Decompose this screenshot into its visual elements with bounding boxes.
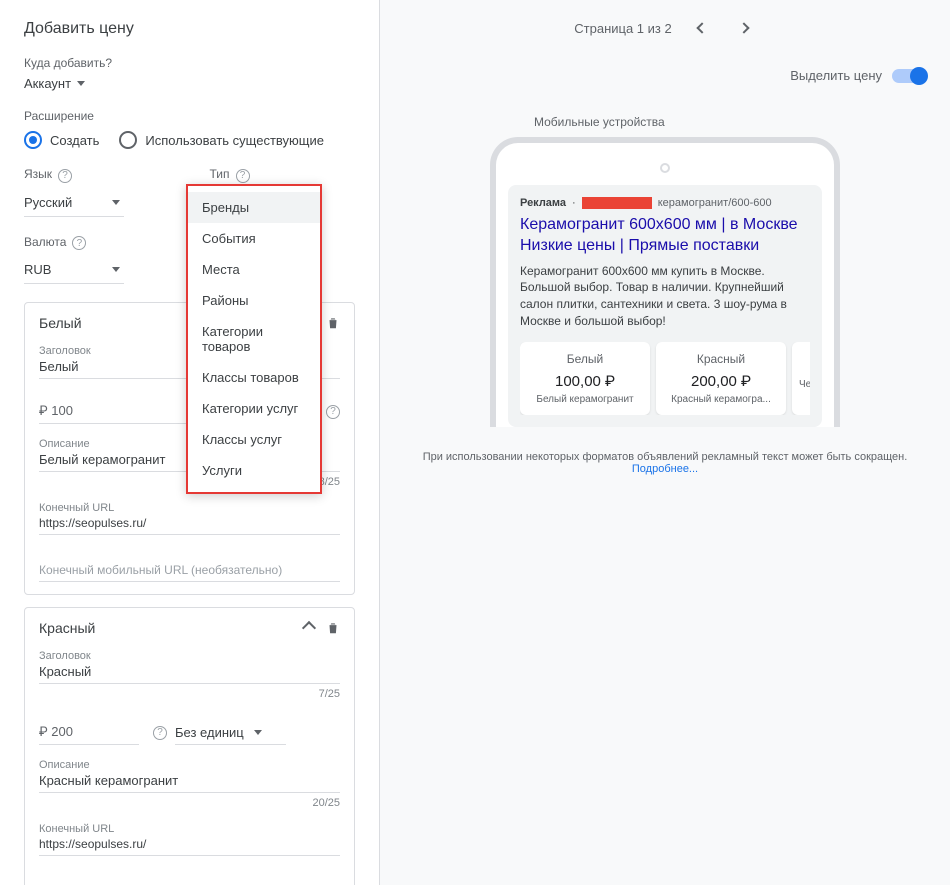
next-page-button[interactable] [732, 16, 756, 40]
panel-title: Добавить цену [24, 20, 355, 38]
description-label: Описание [39, 759, 340, 771]
type-option[interactable]: Места [188, 254, 320, 285]
lang-select[interactable]: Русский [24, 189, 124, 217]
price-preview-card: Белый 100,00 ₽ Белый керамогранит [520, 342, 650, 415]
type-option[interactable]: Бренды [188, 192, 320, 223]
chevron-right-icon [738, 22, 749, 33]
chevron-down-icon [112, 267, 120, 272]
trash-icon[interactable] [326, 315, 340, 331]
chevron-down-icon [112, 200, 120, 205]
char-counter: 7/25 [39, 688, 340, 700]
help-icon[interactable]: ? [236, 169, 250, 183]
radio-existing[interactable]: Использовать существующие [119, 131, 324, 149]
price-item-card: Красный Заголовок Красный 7/25 ₽ 200 ? Б… [24, 607, 355, 885]
pagination-bar: Страница 1 из 2 [380, 0, 950, 56]
collapse-icon[interactable] [302, 621, 316, 635]
headline-input[interactable]: Красный [39, 664, 340, 684]
radio-icon [119, 131, 137, 149]
add-to-group: Куда добавить? Аккаунт [24, 56, 355, 91]
lang-label: Язык? [24, 167, 170, 183]
type-option[interactable]: Классы товаров [188, 362, 320, 393]
redacted-block [582, 197, 652, 209]
radio-icon [24, 131, 42, 149]
help-icon[interactable]: ? [153, 726, 167, 740]
chevron-down-icon [254, 730, 262, 735]
url-label: Конечный URL [39, 823, 340, 835]
type-option[interactable]: Категории товаров [188, 316, 320, 362]
extension-label: Расширение [24, 109, 355, 123]
help-icon[interactable]: ? [58, 169, 72, 183]
ad-description: Керамогранит 600х600 мм купить в Москве.… [520, 263, 810, 330]
url-input[interactable]: https://seopulses.ru/ [39, 516, 340, 535]
type-label: Тип? [210, 167, 356, 183]
char-counter: 20/25 [39, 797, 340, 809]
type-option[interactable]: Классы услуг [188, 424, 320, 455]
prev-page-button[interactable] [690, 16, 714, 40]
card-title: Белый [39, 315, 82, 331]
help-icon[interactable]: ? [326, 405, 340, 419]
price-preview-card: Красный 200,00 ₽ Красный керамогра... [656, 342, 786, 415]
currency-select[interactable]: RUB [24, 256, 124, 284]
ad-url-suffix: керамогранит/600-600 [658, 197, 772, 209]
extension-group: Расширение Создать Использовать существу… [24, 109, 355, 149]
price-preview-card: 3 Черный [792, 342, 810, 415]
page-indicator: Страница 1 из 2 [574, 21, 671, 36]
right-panel: Страница 1 из 2 Выделить цену Мобильные … [380, 0, 950, 885]
url-input[interactable]: https://seopulses.ru/ [39, 837, 340, 856]
add-to-label: Куда добавить? [24, 56, 355, 70]
footer-note: При использовании некоторых форматов объ… [404, 451, 926, 475]
type-option[interactable]: Категории услуг [188, 393, 320, 424]
add-to-dropdown[interactable]: Аккаунт [24, 76, 85, 91]
radio-create[interactable]: Создать [24, 131, 99, 149]
ad-title: Керамогранит 600х600 мм | в Москве Низки… [520, 215, 810, 257]
ad-preview: Реклама · керамогранит/600-600 Керамогра… [508, 185, 822, 427]
phone-notch-icon [660, 163, 670, 173]
help-icon[interactable]: ? [72, 236, 86, 250]
headline-label: Заголовок [39, 650, 340, 662]
type-option[interactable]: Районы [188, 285, 320, 316]
chevron-left-icon [696, 22, 707, 33]
trash-icon[interactable] [326, 620, 340, 636]
add-to-value: Аккаунт [24, 76, 71, 91]
learn-more-link[interactable]: Подробнее... [632, 463, 698, 475]
highlight-toggle[interactable] [892, 69, 926, 83]
type-option[interactable]: Услуги [188, 455, 320, 486]
ad-badge: Реклама [520, 197, 566, 209]
left-panel: Добавить цену Куда добавить? Аккаунт Рас… [0, 0, 380, 885]
description-input[interactable]: Красный керамогранит [39, 773, 340, 793]
type-dropdown-menu: Бренды События Места Районы Категории то… [186, 184, 322, 494]
url-label: Конечный URL [39, 502, 340, 514]
price-input[interactable]: ₽ 200 [39, 720, 139, 745]
card-title: Красный [39, 620, 95, 636]
phone-preview: Реклама · керамогранит/600-600 Керамогра… [490, 137, 840, 427]
chevron-down-icon [77, 81, 85, 86]
type-option[interactable]: События [188, 223, 320, 254]
unit-select[interactable]: Без единиц [175, 721, 286, 745]
preview-label: Мобильные устройства [534, 115, 926, 129]
mobile-url-input[interactable]: Конечный мобильный URL (необязательно) [39, 543, 340, 582]
mobile-url-input[interactable]: Конечный мобильный URL (необязательно) [39, 864, 340, 885]
highlight-label: Выделить цену [790, 68, 882, 83]
